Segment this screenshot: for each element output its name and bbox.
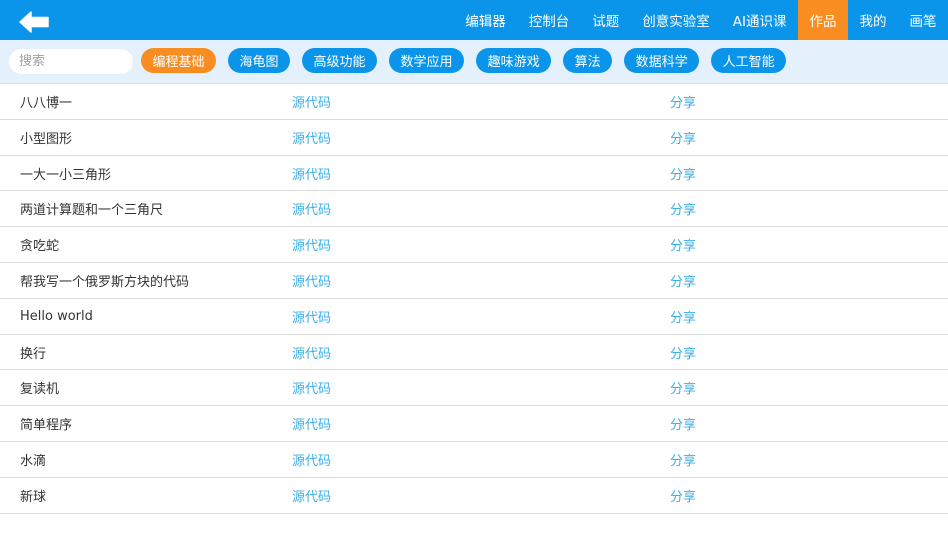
- work-title: Hello world: [20, 308, 93, 324]
- source-code-link[interactable]: 源代码: [292, 478, 331, 513]
- nav-item-1[interactable]: 控制台: [517, 0, 581, 40]
- source-code-link[interactable]: 源代码: [292, 84, 331, 119]
- share-link[interactable]: 分享: [670, 227, 696, 262]
- source-code-link[interactable]: 源代码: [292, 406, 331, 441]
- nav-item-0[interactable]: 编辑器: [454, 0, 518, 40]
- work-row: 小型图形 源代码 分享: [0, 120, 948, 156]
- search-input[interactable]: [9, 49, 133, 74]
- work-title: 一大一小三角形: [20, 167, 112, 183]
- nav-item-7[interactable]: 画笔: [898, 0, 948, 40]
- source-code-link[interactable]: 源代码: [292, 335, 331, 370]
- top-nav-bar: 编辑器 控制台 试题 创意实验室 AI通识课 作品 我的 画笔: [0, 0, 948, 40]
- source-code-link[interactable]: 源代码: [292, 299, 331, 334]
- back-button[interactable]: [18, 10, 50, 34]
- work-row: 新球 源代码 分享: [0, 478, 948, 514]
- share-link[interactable]: 分享: [670, 335, 696, 370]
- category-chip-4[interactable]: 趣味游戏: [476, 48, 552, 73]
- work-title: 两道计算题和一个三角尺: [20, 203, 164, 219]
- category-chip-5[interactable]: 算法: [563, 48, 613, 73]
- category-chip-6[interactable]: 数据科学: [624, 48, 700, 73]
- share-link[interactable]: 分享: [670, 120, 696, 155]
- category-chip-7[interactable]: 人工智能: [711, 48, 787, 73]
- work-title: 复读机: [20, 382, 60, 398]
- share-link[interactable]: 分享: [670, 442, 696, 477]
- work-row: 换行 源代码 分享: [0, 335, 948, 371]
- work-row: 两道计算题和一个三角尺 源代码 分享: [0, 191, 948, 228]
- nav-item-2[interactable]: 试题: [581, 0, 631, 40]
- work-title: 新球: [20, 489, 47, 505]
- work-title: 简单程序: [20, 418, 73, 434]
- works-list: 八八博一 源代码 分享 小型图形 源代码 分享 一大一小三角形 源代码 分享 两道计算题和一个三角…: [0, 84, 948, 514]
- share-link[interactable]: 分享: [670, 299, 696, 334]
- nav-item-4[interactable]: AI通识课: [721, 0, 798, 40]
- work-row: 复读机 源代码 分享: [0, 370, 948, 407]
- nav-item-6[interactable]: 我的: [848, 0, 898, 40]
- work-row: 帮我写一个俄罗斯方块的代码 源代码 分享: [0, 263, 948, 299]
- share-link[interactable]: 分享: [670, 84, 696, 119]
- category-filters: 编程基础 海龟图 高级功能 数学应用 趣味游戏 算法 数据科学 人工智能: [141, 48, 798, 73]
- category-chip-1[interactable]: 海龟图: [228, 48, 291, 73]
- work-title: 八八博一: [20, 96, 73, 111]
- source-code-link[interactable]: 源代码: [292, 227, 331, 262]
- share-link[interactable]: 分享: [670, 156, 696, 191]
- share-link[interactable]: 分享: [670, 478, 696, 513]
- arrow-left-icon: [19, 11, 49, 33]
- category-chip-0[interactable]: 编程基础: [141, 48, 217, 73]
- category-chip-2[interactable]: 高级功能: [302, 48, 378, 73]
- work-title: 帮我写一个俄罗斯方块的代码: [20, 274, 190, 290]
- share-link[interactable]: 分享: [670, 406, 696, 441]
- main-nav: 编辑器 控制台 试题 创意实验室 AI通识课 作品 我的 画笔: [454, 0, 948, 40]
- share-link[interactable]: 分享: [670, 263, 696, 298]
- category-chip-3[interactable]: 数学应用: [389, 48, 465, 73]
- source-code-link[interactable]: 源代码: [292, 191, 331, 226]
- share-link[interactable]: 分享: [670, 191, 696, 226]
- work-title: 水滴: [20, 453, 47, 469]
- source-code-link[interactable]: 源代码: [292, 442, 331, 477]
- work-title: 换行: [20, 346, 47, 362]
- work-row: 八八博一 源代码 分享: [0, 84, 948, 120]
- nav-item-3[interactable]: 创意实验室: [631, 0, 722, 40]
- nav-item-5[interactable]: 作品: [798, 0, 848, 40]
- source-code-link[interactable]: 源代码: [292, 370, 331, 405]
- work-title: 小型图形: [20, 131, 73, 147]
- share-link[interactable]: 分享: [670, 370, 696, 405]
- work-row: 水滴 源代码 分享: [0, 442, 948, 478]
- work-row: 一大一小三角形 源代码 分享: [0, 156, 948, 192]
- filter-bar: 编程基础海龟图高级功能数学应用趣味游戏算法数据科学人工智能: [0, 40, 948, 84]
- work-row: Hello world 源代码 分享: [0, 299, 948, 335]
- source-code-link[interactable]: 源代码: [292, 263, 331, 298]
- work-row: 简单程序 源代码 分享: [0, 406, 948, 442]
- work-title: 贪吃蛇: [20, 239, 60, 255]
- work-row: 贪吃蛇 源代码 分享: [0, 227, 948, 263]
- source-code-link[interactable]: 源代码: [292, 120, 331, 155]
- source-code-link[interactable]: 源代码: [292, 156, 331, 191]
